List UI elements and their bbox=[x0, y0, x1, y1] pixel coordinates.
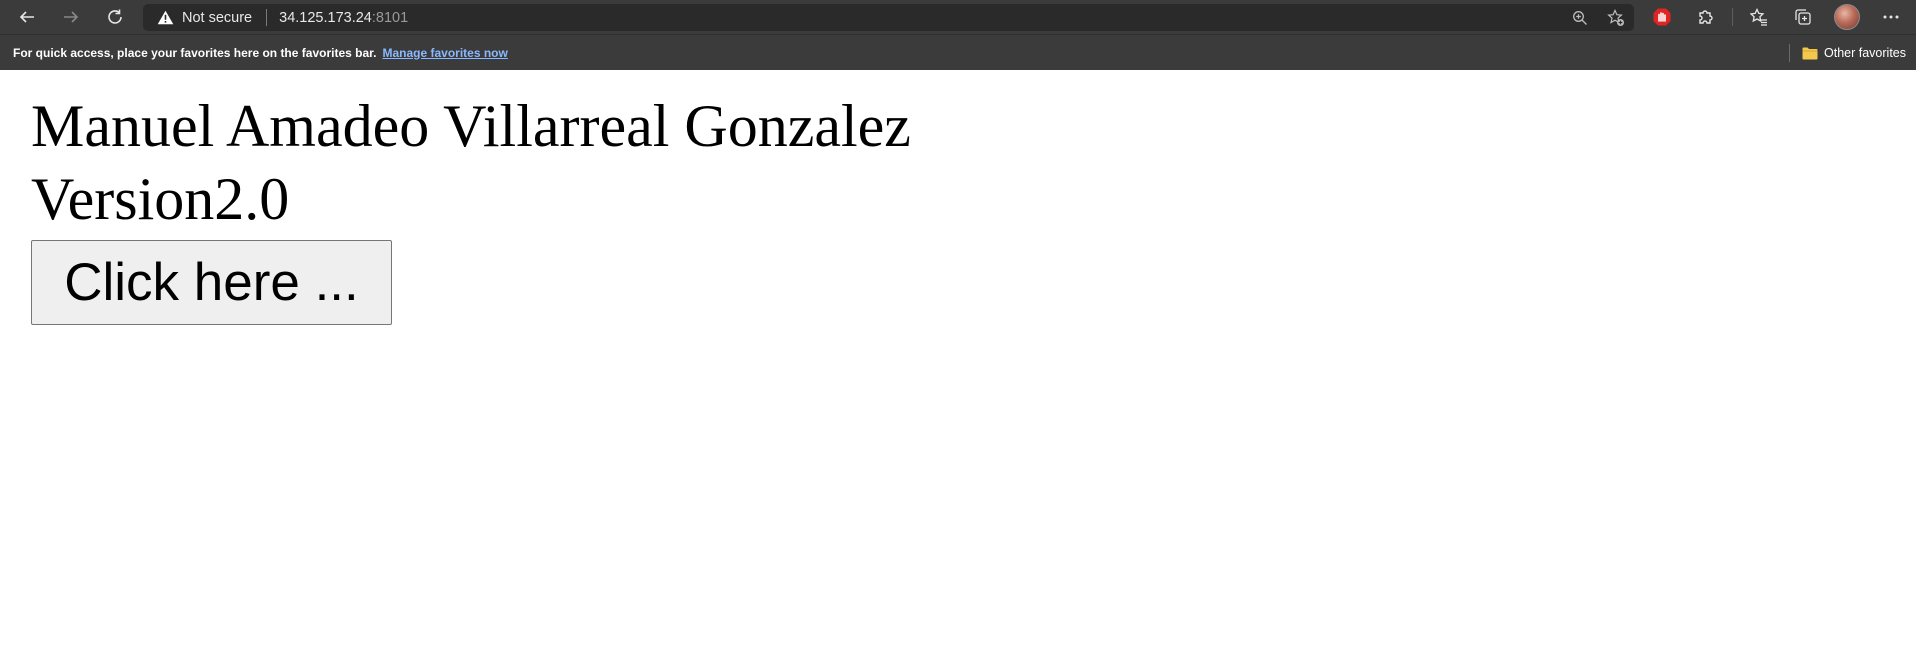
add-favorite-icon bbox=[1607, 8, 1624, 26]
url-text[interactable]: 34.125.173.24:8101 bbox=[279, 10, 408, 26]
url-host: 34.125.173.24 bbox=[279, 9, 372, 26]
page-content: Manuel Amadeo Villarreal Gonzalez Versio… bbox=[0, 70, 1916, 325]
address-divider bbox=[266, 9, 268, 26]
forward-button[interactable] bbox=[49, 0, 93, 34]
favorites-icon bbox=[1750, 8, 1767, 26]
profile-button[interactable] bbox=[1825, 0, 1869, 34]
toolbar-divider bbox=[1732, 8, 1733, 26]
address-actions bbox=[1562, 4, 1634, 31]
version-heading: Version2.0 bbox=[31, 166, 290, 232]
extensions-icon bbox=[1699, 10, 1713, 24]
extensions-button[interactable] bbox=[1684, 0, 1728, 34]
add-favorite-button[interactable] bbox=[1598, 4, 1634, 31]
favorites-divider bbox=[1789, 43, 1791, 62]
back-icon bbox=[19, 11, 34, 23]
folder-icon bbox=[1802, 46, 1818, 60]
refresh-button[interactable] bbox=[93, 0, 137, 34]
url-port: :8101 bbox=[371, 9, 409, 26]
browser-toolbar: Not secure 34.125.173.24:8101 bbox=[0, 0, 1916, 34]
back-button[interactable] bbox=[5, 0, 49, 34]
collections-button[interactable] bbox=[1781, 0, 1825, 34]
collections-icon bbox=[1795, 9, 1811, 25]
more-button[interactable] bbox=[1869, 0, 1913, 34]
other-favorites-label: Other favorites bbox=[1824, 45, 1906, 60]
other-favorites[interactable]: Other favorites bbox=[1789, 35, 1906, 70]
site-security-indicator[interactable]: Not secure bbox=[143, 4, 262, 31]
favorites-bar-message: For quick access, place your favorites h… bbox=[13, 45, 377, 60]
ad-blocker-extension-button[interactable] bbox=[1640, 0, 1684, 34]
manage-favorites-link[interactable]: Manage favorites now bbox=[382, 46, 507, 60]
zoom-icon bbox=[1573, 10, 1587, 25]
forward-icon bbox=[64, 11, 79, 23]
browser-tools bbox=[1640, 0, 1916, 34]
favorites-button[interactable] bbox=[1737, 0, 1781, 34]
refresh-icon bbox=[108, 9, 122, 24]
address-bar[interactable]: Not secure 34.125.173.24:8101 bbox=[143, 4, 1634, 31]
profile-avatar bbox=[1834, 4, 1860, 30]
click-here-button[interactable]: Click here ... bbox=[31, 240, 392, 325]
favorites-bar: For quick access, place your favorites h… bbox=[0, 34, 1916, 70]
more-icon bbox=[1883, 15, 1899, 19]
author-name-heading: Manuel Amadeo Villarreal Gonzalez bbox=[31, 93, 911, 159]
ad-blocker-extension-icon bbox=[1653, 8, 1671, 26]
security-label: Not secure bbox=[182, 9, 253, 26]
warning-icon bbox=[157, 10, 174, 25]
zoom-button[interactable] bbox=[1562, 4, 1598, 31]
